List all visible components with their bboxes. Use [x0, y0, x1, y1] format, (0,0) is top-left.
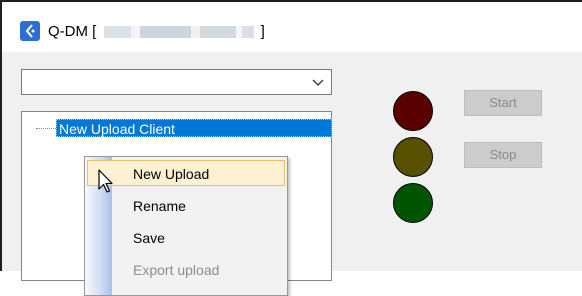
chevron-down-icon[interactable] — [311, 73, 325, 91]
tree-node-new-upload-client[interactable]: New Upload Client — [56, 119, 332, 137]
menu-item-label: Export upload — [133, 262, 220, 278]
menu-item-label: New Upload — [133, 166, 210, 182]
tree-connector — [36, 128, 56, 129]
status-light-green — [393, 183, 433, 223]
window-title: Q-DM [ ] — [48, 23, 265, 40]
mouse-pointer-icon — [98, 169, 113, 193]
start-button[interactable]: Start — [464, 90, 542, 116]
menu-item-new-upload[interactable]: New Upload — [87, 160, 285, 186]
menu-item-label: Save — [133, 230, 165, 246]
status-light-yellow — [393, 137, 433, 177]
menu-item-label: Rename — [133, 198, 186, 214]
menu-item-rename[interactable]: Rename — [87, 193, 285, 219]
menu-item-export-upload[interactable]: Export upload — [87, 257, 285, 283]
redacted-title-text — [103, 26, 254, 39]
context-menu: New Upload Rename Save Export upload — [84, 156, 288, 296]
client-dropdown[interactable] — [21, 69, 332, 95]
status-light-red — [393, 91, 433, 131]
title-bar: Q-DM [ ] — [2, 2, 582, 52]
menu-item-save[interactable]: Save — [87, 225, 285, 251]
window-title-suffix: ] — [260, 23, 265, 40]
window-title-prefix: Q-DM [ — [48, 23, 97, 40]
stop-button[interactable]: Stop — [464, 142, 542, 168]
app-window: Q-DM [ ] New Upload Client Start Stop Ne… — [0, 0, 582, 296]
app-logo-icon — [20, 21, 40, 41]
